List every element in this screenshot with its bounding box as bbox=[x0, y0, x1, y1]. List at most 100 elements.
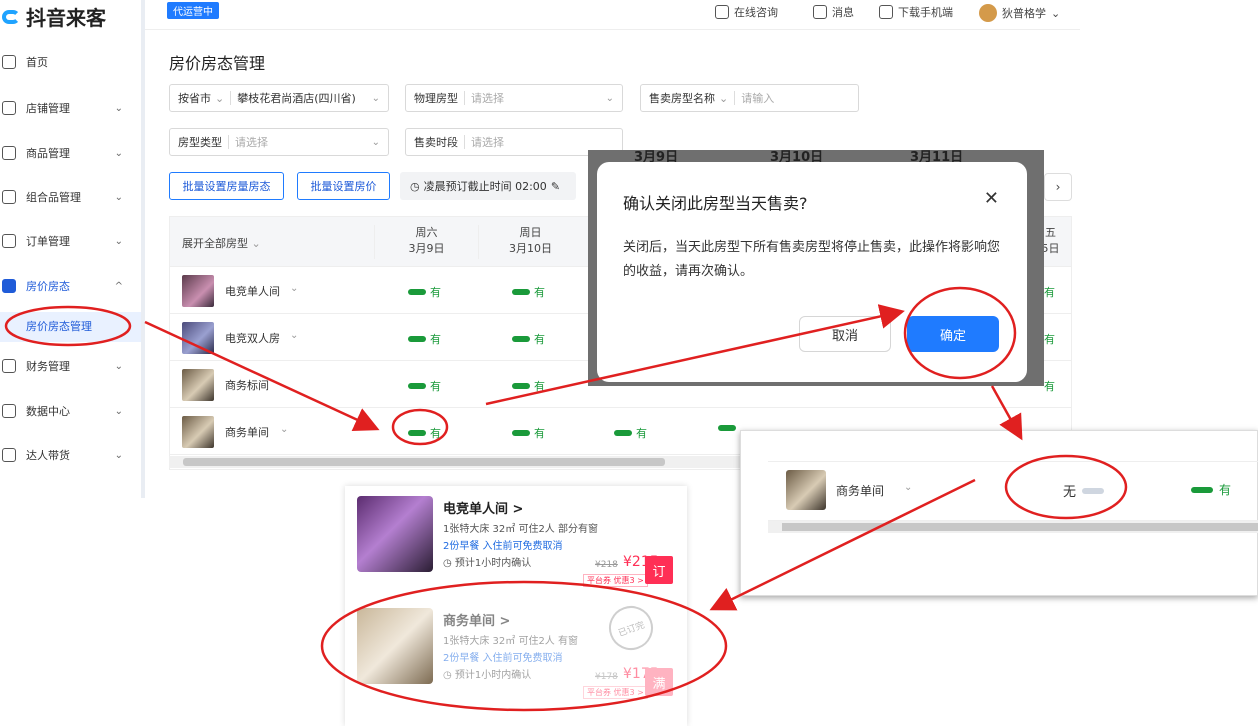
room-thumbnail bbox=[182, 322, 214, 354]
sidebar-item-influencer[interactable]: 达人带货 ⌄ bbox=[0, 439, 141, 471]
status-toggle[interactable]: 有 bbox=[1191, 481, 1231, 498]
filter-placeholder: 请选择 bbox=[235, 136, 268, 149]
bag-icon bbox=[2, 448, 16, 462]
status-toggle[interactable]: 有 bbox=[408, 284, 441, 300]
card-title: 商务单间 > bbox=[443, 614, 511, 629]
date: 3月9日 bbox=[408, 242, 445, 255]
sidebar-item-finance[interactable]: 财务管理 ⌄ bbox=[0, 350, 141, 382]
filter-label: 房型类型 bbox=[178, 136, 222, 149]
chevron-down-icon[interactable]: ⌄ bbox=[280, 424, 288, 435]
sale-room-name-input[interactable]: 售卖房型名称 ⌄ 请输入 bbox=[640, 84, 859, 112]
status-toggle[interactable]: 有 bbox=[408, 378, 441, 394]
chevron-down-icon: ⌄ bbox=[371, 92, 380, 104]
chevron-down-icon[interactable]: ⌄ bbox=[290, 283, 298, 294]
day-column-header: 周六 3月9日 bbox=[374, 225, 478, 259]
user-menu[interactable]: 狄普格学 ⌄ bbox=[979, 4, 1060, 22]
room-type-select[interactable]: 房型类型 请选择 ⌄ bbox=[169, 128, 389, 156]
app-logo[interactable]: 抖音来客 bbox=[2, 2, 106, 31]
headset-icon bbox=[715, 5, 729, 19]
original-price: ¥178 bbox=[595, 672, 618, 682]
status-toggle[interactable]: 有 bbox=[512, 425, 545, 441]
phone-icon bbox=[879, 5, 893, 19]
room-name: 电竞单人间 bbox=[225, 285, 280, 298]
status-toggle-off[interactable]: 无 bbox=[1063, 481, 1105, 500]
room-card[interactable]: 商务单间 > 1张特大床 32㎡ 可住2人 有窗 2份早餐 入住前可免费取消 ◷… bbox=[357, 598, 677, 699]
card-detail: 1张特大床 32㎡ 可住2人 部分有窗 bbox=[443, 524, 598, 535]
messages-button[interactable]: 消息 bbox=[813, 4, 854, 20]
confirm-button[interactable]: 确定 bbox=[907, 316, 999, 352]
sidebar-item-home[interactable]: 首页 bbox=[0, 46, 141, 78]
status-toggle[interactable]: 有 bbox=[1044, 284, 1055, 300]
chevron-down-icon[interactable]: ⌄ bbox=[904, 482, 912, 493]
filter-label: 售卖房型名称 bbox=[649, 92, 715, 105]
dialog-title: 确认关闭此房型当天售卖? bbox=[623, 194, 808, 213]
online-consult-button[interactable]: 在线咨询 bbox=[715, 4, 778, 20]
card-policy: 2份早餐 入住前可免费取消 bbox=[443, 541, 563, 552]
status-toggle[interactable]: 有 bbox=[1044, 331, 1055, 347]
expand-all-rooms[interactable]: 展开全部房型 ⌄ bbox=[182, 235, 261, 251]
status-label: 有 bbox=[534, 380, 545, 393]
status-toggle[interactable]: 有 bbox=[512, 378, 545, 394]
page-title: 房价房态管理 bbox=[169, 54, 266, 73]
sidebar-item-orders[interactable]: 订单管理 ⌄ bbox=[0, 225, 141, 257]
cutoff-text: 凌晨预订截止时间 02:00 bbox=[423, 180, 547, 193]
status-toggle[interactable]: 有 bbox=[614, 425, 647, 441]
physical-room-select[interactable]: 物理房型 请选择 ⌄ bbox=[405, 84, 623, 112]
close-icon[interactable]: ✕ bbox=[984, 188, 999, 209]
sidebar-item-bundle[interactable]: 组合品管理 ⌄ bbox=[0, 181, 141, 213]
card-confirm-time: 预计1小时内确认 bbox=[454, 558, 532, 569]
sidebar-item-label: 组合品管理 bbox=[26, 191, 81, 204]
sidebar-subitem-room-status-manage[interactable]: 房价房态管理 bbox=[0, 312, 141, 342]
chevron-down-icon: ⌄ bbox=[114, 449, 123, 461]
top-item-label: 下载手机端 bbox=[898, 6, 953, 19]
dialog-body: 关闭后，当天此房型下所有售卖房型将停止售卖，此操作将影响您的收益，请再次确认。 bbox=[623, 240, 1001, 279]
chevron-down-icon: ⌄ bbox=[1051, 6, 1061, 20]
status-toggle[interactable]: 有 bbox=[408, 425, 441, 441]
book-button[interactable]: 订 bbox=[645, 556, 673, 584]
room-thumbnail bbox=[182, 416, 214, 448]
sidebar-item-room-status[interactable]: 房价房态 ^ bbox=[0, 270, 141, 302]
chevron-down-icon: ⌄ bbox=[114, 235, 123, 247]
status-label: 有 bbox=[430, 333, 441, 346]
status-label: 有 bbox=[430, 286, 441, 299]
filter-label: 按省市 bbox=[178, 92, 211, 105]
room-card[interactable]: 电竞单人间 > 1张特大床 32㎡ 可住2人 部分有窗 2份早餐 入住前可免费取… bbox=[357, 486, 677, 587]
chevron-down-icon: ⌄ bbox=[215, 91, 225, 105]
chevron-down-icon: ⌄ bbox=[251, 237, 261, 250]
scrollbar-thumb[interactable] bbox=[183, 458, 665, 466]
status-label: 有 bbox=[1044, 286, 1055, 299]
status-toggle[interactable]: 有 bbox=[408, 331, 441, 347]
room-photo bbox=[357, 496, 433, 572]
status-toggle[interactable] bbox=[718, 425, 736, 431]
card-title: 电竞单人间 > bbox=[443, 502, 524, 517]
top-bar: 代运营中 在线咨询 消息 下载手机端 狄普格学 ⌄ bbox=[145, 0, 1080, 30]
chevron-down-icon[interactable]: ⌄ bbox=[290, 330, 298, 341]
chart-icon bbox=[2, 404, 16, 418]
download-app-button[interactable]: 下载手机端 bbox=[879, 4, 953, 20]
table-scrollbar[interactable] bbox=[768, 521, 1258, 533]
wallet-icon bbox=[2, 359, 16, 373]
status-toggle[interactable]: 有 bbox=[1044, 378, 1055, 394]
card-policy: 2份早餐 入住前可免费取消 bbox=[443, 653, 563, 664]
status-toggle[interactable]: 有 bbox=[512, 331, 545, 347]
status-toggle[interactable]: 有 bbox=[512, 284, 545, 300]
sidebar-item-goods[interactable]: 商品管理 ⌄ bbox=[0, 137, 141, 169]
bundle-icon bbox=[2, 190, 16, 204]
bell-icon bbox=[813, 5, 827, 19]
avatar bbox=[979, 4, 997, 22]
cancel-button[interactable]: 取消 bbox=[799, 316, 891, 352]
header-label: 展开全部房型 bbox=[182, 237, 248, 250]
sidebar-item-label: 数据中心 bbox=[26, 405, 70, 418]
batch-set-price-button[interactable]: 批量设置房价 bbox=[297, 172, 390, 200]
confirm-dialog: 确认关闭此房型当天售卖? ✕ 关闭后，当天此房型下所有售卖房型将停止售卖，此操作… bbox=[597, 162, 1027, 382]
batch-set-status-button[interactable]: 批量设置房量房态 bbox=[169, 172, 284, 200]
coupon-tag[interactable]: 平台券 优惠3 > bbox=[583, 574, 648, 587]
province-hotel-select[interactable]: 按省市 ⌄ 攀枝花君尚酒店(四川省) ⌄ bbox=[169, 84, 389, 112]
next-dates-button[interactable]: › bbox=[1044, 173, 1072, 201]
scrollbar-thumb[interactable] bbox=[782, 523, 1258, 531]
chevron-down-icon: ⌄ bbox=[114, 191, 123, 203]
booking-cutoff[interactable]: ◷ 凌晨预订截止时间 02:00 ✎ bbox=[400, 172, 576, 200]
sidebar-item-data[interactable]: 数据中心 ⌄ bbox=[0, 395, 141, 427]
sidebar-item-shop[interactable]: 店铺管理 ⌄ bbox=[0, 92, 141, 124]
sidebar-item-label: 店铺管理 bbox=[26, 102, 70, 115]
